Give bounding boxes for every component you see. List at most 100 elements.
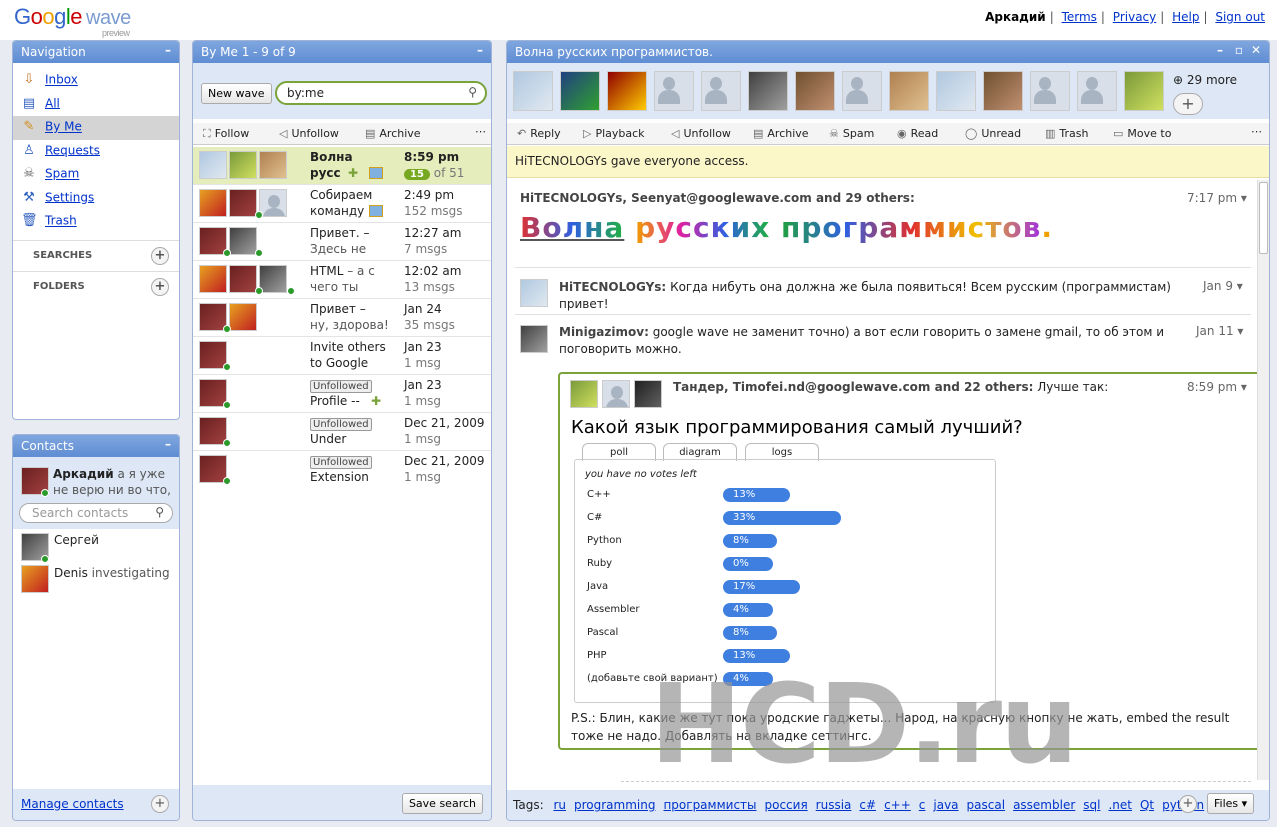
minimize-icon[interactable]: –: [165, 437, 171, 451]
blip-avatar[interactable]: [602, 380, 630, 408]
nav-item-by-me[interactable]: ✎ By Me: [13, 116, 179, 140]
wave-row[interactable]: Привет – ну, здорова! Jan 24 35 msgs: [193, 299, 491, 337]
nav-item-spam[interactable]: ☠ Spam: [13, 163, 179, 187]
blip-avatar[interactable]: [520, 279, 548, 307]
save-search-button[interactable]: Save search: [401, 793, 483, 814]
poll-option-bar[interactable]: 17%: [723, 580, 801, 594]
nav-label[interactable]: Requests: [45, 143, 100, 157]
blip1-date[interactable]: Jan 9 ▾: [1203, 279, 1243, 293]
help-link[interactable]: Help: [1172, 10, 1199, 24]
tag-link[interactable]: pascal: [967, 798, 1006, 812]
follow-button[interactable]: ⛶ Follow: [203, 127, 249, 141]
nav-item-requests[interactable]: ♙ Requests: [13, 140, 179, 164]
blip-hitecnologys[interactable]: HiTECNOLOGYs: Когда нибуть она должна же…: [559, 279, 1189, 313]
blip-avatar[interactable]: [570, 380, 598, 408]
signout-link[interactable]: Sign out: [1215, 10, 1265, 24]
nav-item-settings[interactable]: ⚒ Settings: [13, 187, 179, 211]
minimize-icon[interactable]: –: [165, 43, 171, 57]
participant-avatar[interactable]: [1030, 71, 1070, 111]
privacy-link[interactable]: Privacy: [1113, 10, 1156, 24]
root-blip-time[interactable]: 7:17 pm ▾: [1187, 191, 1247, 205]
tag-link[interactable]: ru: [553, 798, 566, 812]
participant-avatar[interactable]: [748, 71, 788, 111]
tag-link[interactable]: russia: [816, 798, 852, 812]
playback-button[interactable]: ▷ Playback: [583, 127, 645, 140]
tag-link[interactable]: c++: [884, 798, 911, 812]
participant-avatar[interactable]: [795, 71, 835, 111]
wave-row[interactable]: Unfollowed Profile -- ✚ Jan 23 1 msg: [193, 375, 491, 413]
tag-link[interactable]: assembler: [1013, 798, 1075, 812]
manage-contacts-link[interactable]: Manage contacts: [21, 797, 124, 811]
files-button[interactable]: Files ▾: [1207, 793, 1255, 814]
wave-row[interactable]: Unfollowed Under Dec 21, 2009 1 msg: [193, 413, 491, 451]
poll-option-bar[interactable]: 4%: [723, 603, 773, 617]
participant-avatar[interactable]: [701, 71, 741, 111]
participant-avatar[interactable]: [654, 71, 694, 111]
archive-button[interactable]: ▤ Archive: [753, 127, 809, 140]
tag-link[interactable]: programming: [574, 798, 655, 812]
blip2-date[interactable]: Jan 11 ▾: [1196, 324, 1243, 338]
tag-link[interactable]: java: [933, 798, 958, 812]
wave-row[interactable]: Unfollowed Extension Dec 21, 2009 1 msg: [193, 451, 491, 485]
nav-label[interactable]: All: [45, 96, 60, 110]
scrollbar-thumb[interactable]: [1259, 182, 1268, 254]
move-to-button[interactable]: ▭ Move to: [1113, 127, 1171, 140]
poll-option-bar[interactable]: 33%: [723, 511, 842, 525]
tag-link[interactable]: c: [919, 798, 926, 812]
wave-search-input[interactable]: by:me ⚲: [275, 81, 487, 105]
blip3-time[interactable]: 8:59 pm ▾: [1187, 380, 1247, 394]
participant-avatar[interactable]: [842, 71, 882, 111]
search-contacts-input[interactable]: Search contacts ⚲: [19, 503, 173, 523]
close-icon[interactable]: ✕: [1251, 43, 1261, 57]
unfollow-button[interactable]: ◁ Unfollow: [671, 127, 731, 140]
contact-sergey[interactable]: Сергей: [21, 533, 99, 563]
unread-button[interactable]: ◯ Unread: [965, 127, 1021, 140]
add-tag-icon[interactable]: +: [1179, 795, 1197, 813]
participant-avatar[interactable]: [513, 71, 553, 111]
blip-avatar[interactable]: [634, 380, 662, 408]
wave-row[interactable]: Invite others to Google Jan 23 1 msg: [193, 337, 491, 375]
more-icon[interactable]: ⋯: [1251, 125, 1262, 138]
participant-avatar[interactable]: [936, 71, 976, 111]
tag-link[interactable]: .net: [1108, 798, 1132, 812]
participant-avatar[interactable]: [1077, 71, 1117, 111]
add-participant-icon[interactable]: +: [1173, 93, 1203, 115]
blip-minigazimov[interactable]: Minigazimov: google wave не заменит точн…: [559, 324, 1179, 358]
nav-label[interactable]: Inbox: [45, 73, 78, 87]
wave-row[interactable]: Привет. – Здесь не 12:27 am 7 msgs: [193, 223, 491, 261]
tag-link[interactable]: россия: [765, 798, 808, 812]
folders-header[interactable]: FOLDERS +: [13, 270, 179, 302]
minimize-icon[interactable]: –: [477, 43, 483, 57]
nav-item-trash[interactable]: 🗑 Trash: [13, 210, 179, 234]
spam-button[interactable]: ☠ Spam: [829, 127, 874, 140]
new-wave-button[interactable]: New wave: [201, 83, 272, 104]
nav-label[interactable]: By Me: [45, 120, 82, 134]
nav-label[interactable]: Spam: [45, 167, 79, 181]
poll-option-bar[interactable]: 8%: [723, 626, 778, 640]
unfollow-button[interactable]: ◁ Unfollow: [279, 127, 339, 140]
wave-scrollbar[interactable]: [1257, 180, 1269, 780]
blip-avatar[interactable]: [520, 325, 548, 353]
my-avatar[interactable]: [21, 467, 49, 497]
participant-avatar[interactable]: [1124, 71, 1164, 111]
maximize-icon[interactable]: ▫: [1235, 43, 1243, 57]
wave-row[interactable]: Собираем команду 2:49 pm 152 msgs: [193, 185, 491, 223]
add-search-icon[interactable]: +: [151, 246, 169, 265]
poll-option-bar[interactable]: 0%: [723, 557, 773, 571]
wave-row[interactable]: HTML – а с чего ты 12:02 am 13 msgs: [193, 261, 491, 299]
nav-item-all[interactable]: ▤ All: [13, 93, 179, 117]
more-participants[interactable]: ⊕ 29 more: [1173, 73, 1237, 87]
searches-header[interactable]: SEARCHES +: [13, 239, 179, 271]
poll-option-bar[interactable]: 8%: [723, 534, 778, 548]
add-folder-icon[interactable]: +: [151, 277, 169, 296]
terms-link[interactable]: Terms: [1062, 10, 1097, 24]
trash-button[interactable]: ▥ Trash: [1045, 127, 1088, 140]
reply-button[interactable]: ↶ Reply: [517, 127, 561, 140]
tag-link[interactable]: Qt: [1140, 798, 1154, 812]
participant-avatar[interactable]: [560, 71, 600, 111]
tag-link[interactable]: c#: [859, 798, 876, 812]
participant-avatar[interactable]: [607, 71, 647, 111]
nav-item-inbox[interactable]: ⇩ Inbox: [13, 69, 179, 93]
read-button[interactable]: ◉ Read: [897, 127, 938, 140]
tag-link[interactable]: программисты: [663, 798, 756, 812]
